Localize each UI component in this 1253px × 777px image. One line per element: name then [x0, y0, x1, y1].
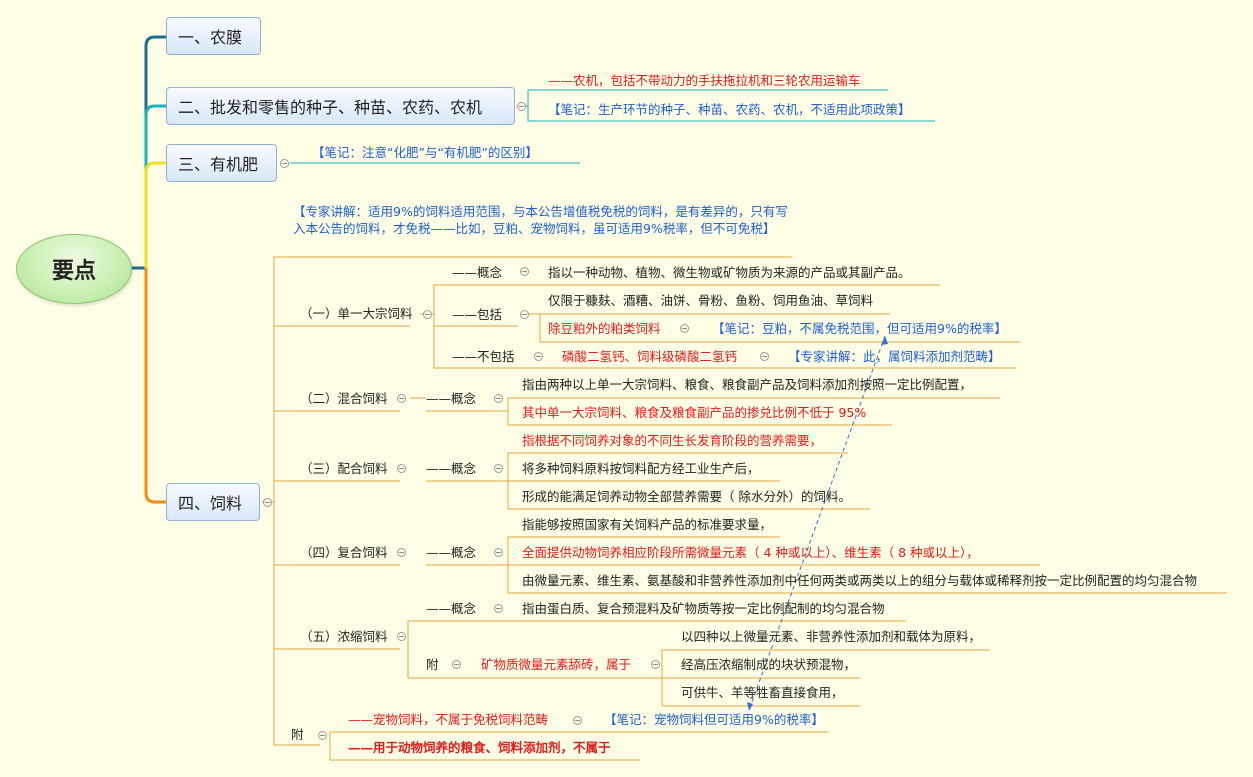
s4-line-2[interactable]: 全面提供动物饲养相应阶段所需微量元素（ 4 种或以上）、维生素（ 8 种或以上）… — [522, 545, 979, 561]
collapse-toggle-icon[interactable] — [520, 267, 529, 276]
s5-label[interactable]: （五）浓缩饲料 — [300, 629, 388, 645]
s1-concept-label[interactable]: ——概念 — [452, 265, 502, 281]
collapse-toggle-icon[interactable] — [494, 604, 503, 613]
s1-include-label[interactable]: ——包括 — [452, 307, 502, 323]
collapse-toggle-icon[interactable] — [397, 548, 406, 557]
branch-3-label: 三、有机肥 — [178, 155, 259, 174]
s5-concept-text[interactable]: 指由蛋白质、复合预混料及矿物质等按一定比例配制的均匀混合物 — [522, 601, 885, 617]
s6-line-1-note[interactable]: 【笔记：宠物饲料但可适用9%的税率】 — [604, 712, 824, 728]
branch-1-label: 一、农膜 — [178, 28, 243, 47]
s4-concept-label[interactable]: ——概念 — [426, 545, 476, 561]
branch-3-note[interactable]: 【笔记：注意“化肥”与“有机肥”的区别】 — [312, 145, 538, 161]
collapse-toggle-icon[interactable] — [280, 159, 289, 168]
s4-label[interactable]: （四）复合饲料 — [300, 545, 388, 561]
branch-4-expert-note[interactable]: 【专家讲解：适用9%的饲料适用范围，与本公告增值税免税的饲料，是有差异的，只有写… — [293, 203, 788, 237]
branch-3-node[interactable]: 三、有机肥 — [166, 144, 277, 182]
collapse-toggle-icon[interactable] — [517, 102, 526, 111]
s2-line-1[interactable]: 指由两种以上单一大宗饲料、粮食、粮食副产品及饲料添加剂按照一定比例配置， — [522, 377, 972, 393]
collapse-toggle-icon[interactable] — [760, 352, 769, 361]
s4-line-1[interactable]: 指能够按照国家有关饲料产品的标准要求量， — [522, 517, 772, 533]
s1-exclude-note[interactable]: 【专家讲解：此，属饲料添加剂范畴】 — [788, 349, 1001, 365]
branch-2-node[interactable]: 二、批发和零售的种子、种苗、农药、农机 — [166, 87, 515, 125]
s3-line-1[interactable]: 指根据不同饲养对象的不同生长发育阶段的营养需要， — [522, 433, 822, 449]
collapse-toggle-icon[interactable] — [494, 548, 503, 557]
s3-line-3[interactable]: 形成的能满足饲养动物全部营养需要（ 除水分外）的饲料。 — [522, 489, 851, 505]
collapse-toggle-icon[interactable] — [397, 632, 406, 641]
s3-label[interactable]: （三）配合饲料 — [300, 461, 388, 477]
branch-4-node[interactable]: 四、饲料 — [166, 483, 260, 521]
collapse-toggle-icon[interactable] — [494, 464, 503, 473]
branch-1-node[interactable]: 一、农膜 — [166, 17, 261, 55]
collapse-toggle-icon[interactable] — [452, 660, 461, 669]
collapse-toggle-icon[interactable] — [534, 352, 543, 361]
s5-attach-line-1[interactable]: 以四种以上微量元素、非营养性添加剂和载体为原料， — [681, 629, 981, 645]
s5-attach-text[interactable]: 矿物质微量元素舔砖，属于 — [481, 657, 631, 673]
s1-include-2[interactable]: 除豆粕外的粕类饲料 — [548, 321, 661, 337]
s6-label[interactable]: 附 — [291, 727, 304, 743]
s2-label[interactable]: （二）混合饲料 — [300, 391, 388, 407]
s5-attach-line-2[interactable]: 经高压浓缩制成的块状预混物， — [681, 657, 856, 673]
collapse-toggle-icon[interactable] — [397, 394, 406, 403]
collapse-toggle-icon[interactable] — [397, 464, 406, 473]
s3-line-2[interactable]: 将多种饲料原料按饲料配方经工业生产后， — [522, 461, 760, 477]
branch-2-label: 二、批发和零售的种子、种苗、农药、农机 — [178, 98, 483, 117]
branch-4-label: 四、饲料 — [178, 494, 243, 513]
branch-2-note-production[interactable]: 【笔记：生产环节的种子、种苗、农药、农机，不适用此项政策】 — [548, 102, 911, 118]
s5-concept-label[interactable]: ——概念 — [426, 601, 476, 617]
s1-concept-text[interactable]: 指以一种动物、植物、微生物或矿物质为来源的产品或其副产品。 — [548, 265, 911, 281]
collapse-toggle-icon[interactable] — [651, 660, 660, 669]
branch-2-note-machinery[interactable]: ——农机，包括不带动力的手扶拖拉机和三轮农用运输车 — [548, 73, 861, 89]
s1-exclude-label[interactable]: ——不包括 — [452, 349, 515, 365]
s1-label[interactable]: （一）单一大宗饲料 — [300, 306, 413, 322]
s1-exclude-text[interactable]: 磷酸二氢钙、饲料级磷酸二氢钙 — [562, 349, 737, 365]
s5-attach-label[interactable]: 附 — [426, 657, 439, 673]
s1-include-1[interactable]: 仅限于糠麸、酒糟、油饼、骨粉、鱼粉、饲用鱼油、草饲料 — [548, 293, 873, 309]
collapse-toggle-icon[interactable] — [494, 394, 503, 403]
collapse-toggle-icon[interactable] — [318, 731, 327, 740]
s6-line-2[interactable]: ——用于动物饲养的粮食、饲料添加剂，不属于 — [348, 740, 611, 756]
s3-concept-label[interactable]: ——概念 — [426, 461, 476, 477]
collapse-toggle-icon[interactable] — [520, 310, 529, 319]
collapse-toggle-icon[interactable] — [423, 310, 432, 319]
s6-line-1[interactable]: ——宠物饲料，不属于免税饲料范畴 — [348, 712, 548, 728]
root-node[interactable]: 要点 — [16, 234, 132, 304]
s5-attach-line-3[interactable]: 可供牛、羊等牲畜直接食用， — [681, 685, 844, 701]
root-label: 要点 — [51, 259, 96, 284]
collapse-toggle-icon[interactable] — [680, 324, 689, 333]
s4-line-3[interactable]: 由微量元素、维生素、氨基酸和非营养性添加剂中任何两类或两类以上的组分与载体或稀释… — [522, 573, 1197, 589]
s1-include-2-note[interactable]: 【笔记：豆粕，不属免税范围，但可适用9%的税率】 — [712, 321, 1007, 337]
collapse-toggle-icon[interactable] — [263, 498, 272, 507]
collapse-toggle-icon[interactable] — [573, 716, 582, 725]
s2-concept-label[interactable]: ——概念 — [426, 391, 476, 407]
s2-line-2[interactable]: 其中单一大宗饲料、粮食及粮食副产品的掺兑比例不低于 95% — [522, 405, 866, 421]
